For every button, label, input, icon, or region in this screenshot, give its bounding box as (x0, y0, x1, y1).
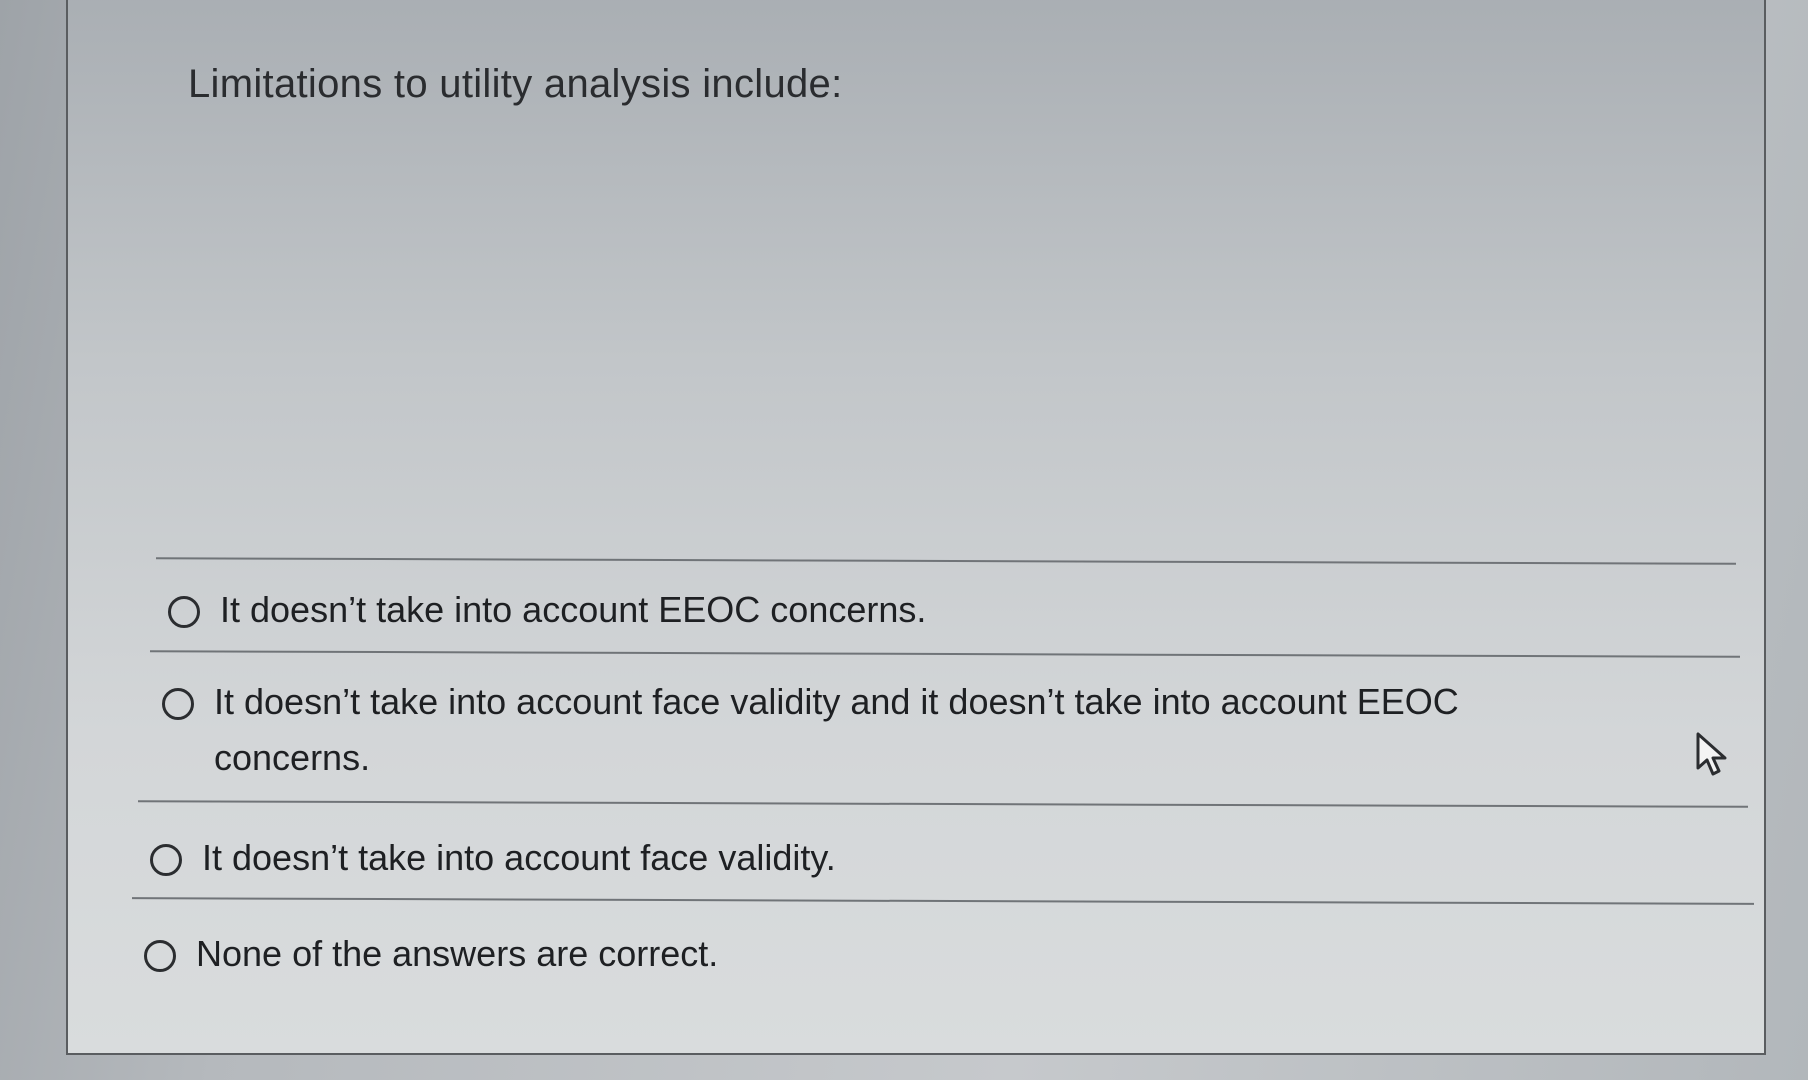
question-text: Limitations to utility analysis include: (188, 62, 843, 106)
option-label: None of the answers are correct. (196, 933, 719, 974)
option-label: It doesn’t take into account EEOC concer… (220, 589, 927, 630)
question-panel (66, 0, 1766, 1055)
option-label: It doesn’t take into account face validi… (202, 837, 836, 878)
mouse-pointer-icon (1696, 732, 1727, 776)
option-2[interactable]: It doesn’t take into account face validi… (162, 681, 1622, 786)
radio-button-icon[interactable] (162, 688, 194, 720)
option-4[interactable]: None of the answers are correct. (144, 933, 718, 982)
radio-button-icon[interactable] (144, 940, 176, 972)
option-1[interactable]: It doesn’t take into account EEOC concer… (168, 589, 926, 638)
radio-button-icon[interactable] (168, 596, 200, 628)
option-3[interactable]: It doesn’t take into account face validi… (150, 837, 836, 886)
radio-button-icon[interactable] (150, 844, 182, 876)
option-label: It doesn’t take into account face validi… (214, 681, 1459, 778)
